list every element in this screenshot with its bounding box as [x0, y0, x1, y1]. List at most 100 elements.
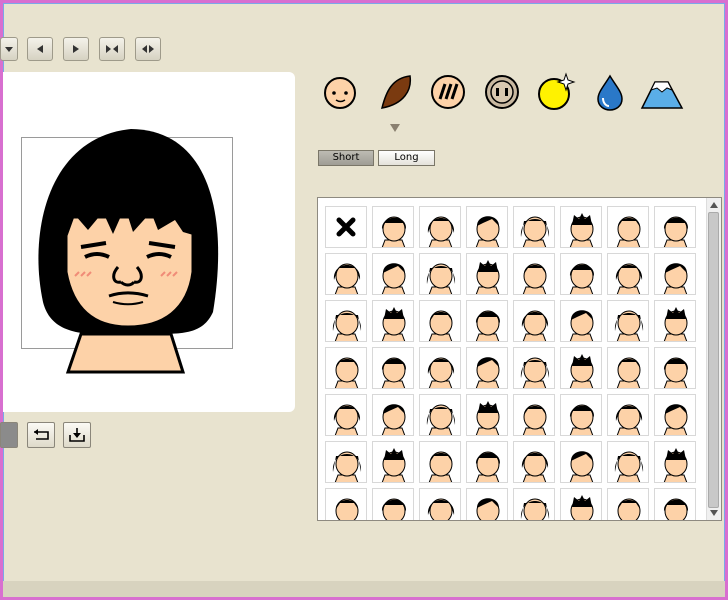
hair-option[interactable]: [372, 300, 414, 342]
hair-option[interactable]: [466, 300, 508, 342]
category-accessory[interactable]: [534, 70, 578, 114]
scroll-down-icon[interactable]: [710, 510, 718, 516]
partial-toolbar-button[interactable]: [0, 37, 18, 61]
hair-option[interactable]: [607, 488, 649, 520]
hair-style-thumbnail: [475, 260, 500, 294]
color-swatch[interactable]: [0, 422, 18, 448]
hair-option[interactable]: [654, 394, 696, 436]
scroll-thumb[interactable]: [708, 212, 719, 508]
hair-style-thumbnail: [663, 448, 688, 482]
hair-option[interactable]: [325, 253, 367, 295]
hair-option[interactable]: [560, 347, 602, 389]
hair-option[interactable]: [419, 300, 461, 342]
hair-style-thumbnail: [475, 401, 500, 435]
hair-option[interactable]: [372, 441, 414, 483]
hair-style-thumbnail: [427, 357, 455, 388]
category-hair[interactable]: [372, 70, 416, 114]
hair-option[interactable]: [607, 206, 649, 248]
hair-option[interactable]: [419, 347, 461, 389]
hair-option[interactable]: [466, 206, 508, 248]
grid-scrollbar[interactable]: [706, 198, 721, 520]
hair-option[interactable]: [419, 441, 461, 483]
hair-option[interactable]: [372, 394, 414, 436]
hair-option[interactable]: [325, 488, 367, 520]
hair-option[interactable]: [466, 347, 508, 389]
hair-option[interactable]: [654, 488, 696, 520]
hair-option[interactable]: [513, 441, 555, 483]
hair-option[interactable]: [466, 441, 508, 483]
next-button[interactable]: [63, 37, 89, 61]
undo-button[interactable]: [27, 422, 55, 448]
avatar-canvas[interactable]: [3, 72, 295, 412]
category-drop[interactable]: [588, 70, 632, 114]
hair-style-thumbnail: [426, 263, 456, 294]
hair-style-thumbnail: [663, 498, 689, 520]
hair-option[interactable]: [513, 300, 555, 342]
hair-style-thumbnail: [522, 404, 547, 435]
hair-option[interactable]: [419, 206, 461, 248]
prev-button[interactable]: [27, 37, 53, 61]
hair-option[interactable]: [607, 441, 649, 483]
hair-option[interactable]: [513, 394, 555, 436]
hair-style-thumbnail: [569, 263, 595, 294]
scroll-up-icon[interactable]: [710, 202, 718, 208]
hair-style-thumbnail: [614, 451, 644, 482]
avatar-face-image: [38, 129, 219, 374]
hair-option[interactable]: [560, 394, 602, 436]
hair-option[interactable]: [654, 206, 696, 248]
hair-option[interactable]: [466, 253, 508, 295]
hair-style-thumbnail: [615, 263, 643, 294]
hair-option[interactable]: [325, 394, 367, 436]
water-drop-icon: [597, 74, 623, 111]
hair-option[interactable]: [513, 488, 555, 520]
tab-short[interactable]: Short: [318, 150, 374, 166]
category-face[interactable]: [318, 70, 362, 114]
hair-style-thumbnail: [427, 216, 455, 247]
hair-option[interactable]: [466, 394, 508, 436]
hair-option[interactable]: [513, 206, 555, 248]
save-button[interactable]: [63, 422, 91, 448]
hair-option[interactable]: [419, 253, 461, 295]
merge-button[interactable]: [99, 37, 125, 61]
category-nose[interactable]: [480, 70, 524, 114]
arrows-outward-icon: [142, 45, 154, 53]
tab-long[interactable]: Long: [378, 150, 435, 166]
status-strip: [3, 581, 725, 597]
hair-option[interactable]: [325, 347, 367, 389]
hair-option[interactable]: [607, 300, 649, 342]
hair-option[interactable]: [560, 206, 602, 248]
hair-option[interactable]: [513, 347, 555, 389]
hair-option[interactable]: [372, 206, 414, 248]
hair-style-thumbnail: [426, 404, 456, 435]
hair-option[interactable]: [560, 488, 602, 520]
face-icon: [324, 77, 356, 109]
hair-option[interactable]: [654, 300, 696, 342]
hair-option[interactable]: [607, 394, 649, 436]
hair-option[interactable]: [325, 300, 367, 342]
hair-option[interactable]: [654, 253, 696, 295]
hair-style-thumbnail: [381, 307, 406, 341]
hair-style-thumbnail: [522, 263, 547, 294]
hair-option[interactable]: [419, 394, 461, 436]
hair-option[interactable]: [560, 300, 602, 342]
hair-option[interactable]: [654, 441, 696, 483]
category-background[interactable]: [640, 70, 684, 114]
hair-option[interactable]: [560, 253, 602, 295]
hair-option[interactable]: [466, 488, 508, 520]
hair-option[interactable]: [372, 488, 414, 520]
hair-option[interactable]: [607, 347, 649, 389]
hair-option[interactable]: [372, 253, 414, 295]
hair-option[interactable]: [607, 253, 649, 295]
hair-option[interactable]: [325, 441, 367, 483]
hair-style-thumbnail: [334, 357, 359, 388]
hair-style-thumbnail: [332, 310, 362, 341]
flip-button[interactable]: [135, 37, 161, 61]
hair-option-none[interactable]: [325, 206, 367, 248]
hair-option[interactable]: [419, 488, 461, 520]
hair-option[interactable]: [372, 347, 414, 389]
hair-style-thumbnail: [614, 310, 644, 341]
hair-option[interactable]: [560, 441, 602, 483]
hair-option[interactable]: [513, 253, 555, 295]
hair-option[interactable]: [654, 347, 696, 389]
category-eyes[interactable]: [426, 70, 470, 114]
